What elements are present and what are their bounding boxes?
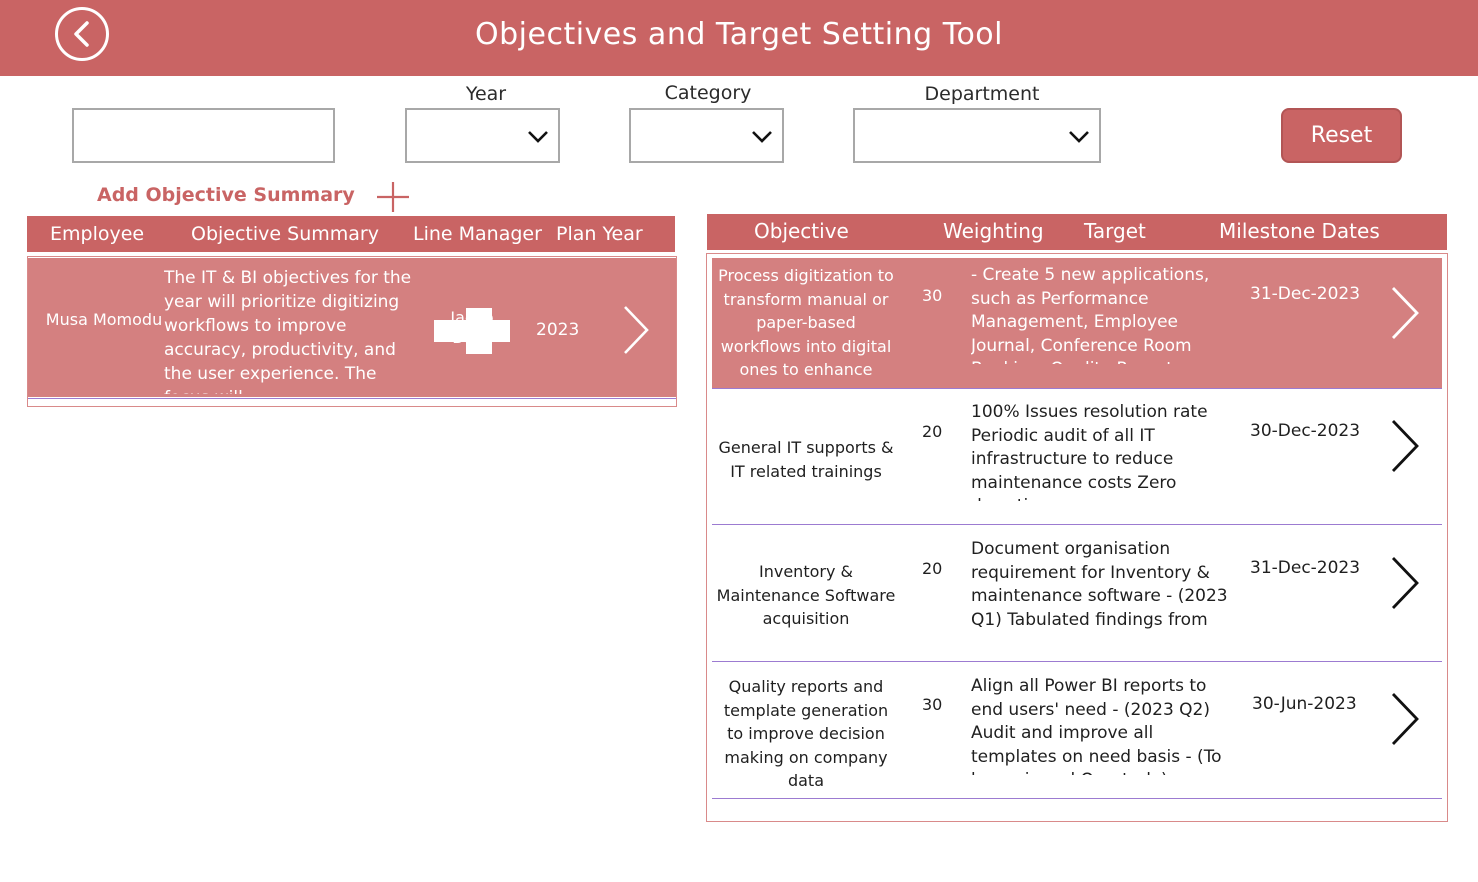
plan-year-value: 2023 (536, 320, 580, 340)
column-header-target: Target (1084, 219, 1146, 243)
chevron-down-icon (528, 131, 548, 143)
milestone-date: 31-Dec-2023 (1250, 558, 1361, 578)
objective-text: Quality reports and template generation … (723, 677, 889, 790)
column-header-milestone-dates: Milestone Dates (1219, 219, 1380, 243)
plus-icon[interactable] (376, 180, 410, 214)
year-dropdown[interactable] (405, 108, 560, 163)
chevron-down-icon (752, 131, 772, 143)
column-header-objective: Objective (754, 219, 849, 243)
milestone-date: 30-Dec-2023 (1250, 421, 1361, 441)
summary-table-header: Employee Objective Summary Line Manager … (27, 216, 675, 252)
row-separator (28, 398, 676, 399)
summary-row[interactable]: Musa Momodu The IT & BI objectives for t… (28, 258, 676, 399)
row-separator (712, 524, 1442, 525)
reset-button[interactable]: Reset (1281, 108, 1402, 163)
objective-row[interactable]: Inventory & Maintenance Software acquisi… (712, 526, 1442, 662)
objective-text: General IT supports & IT related trainin… (718, 438, 894, 481)
target-text: Document organisation requirement for In… (971, 539, 1228, 630)
weighting-value: 20 (922, 559, 943, 578)
column-header-employee: Employee (50, 223, 145, 245)
target-text: Align all Power BI reports to end users'… (971, 676, 1222, 775)
objective-summary-text: The IT & BI objectives for the year will… (164, 268, 412, 394)
milestone-date: 30-Jun-2023 (1252, 694, 1357, 714)
year-label: Year (465, 83, 507, 105)
weighting-value: 20 (922, 422, 943, 441)
category-dropdown[interactable] (629, 108, 784, 163)
employee-name: Musa Momodu (45, 310, 163, 329)
summary-gallery: Musa Momodu The IT & BI objectives for t… (27, 256, 677, 407)
redaction-mark (466, 308, 492, 354)
objective-row[interactable]: Quality reports and template generation … (712, 663, 1442, 799)
row-separator (712, 661, 1442, 662)
search-input[interactable] (72, 108, 335, 163)
objective-text: Process digitization to transform manual… (718, 266, 894, 379)
column-header-weighting: Weighting (943, 219, 1044, 243)
add-objective-summary-link[interactable]: Add Objective Summary (97, 184, 355, 206)
chevron-right-icon[interactable] (1388, 285, 1422, 341)
column-header-line-manager: Line Manager (413, 223, 542, 245)
weighting-value: 30 (922, 695, 943, 714)
chevron-right-icon[interactable] (620, 304, 652, 356)
target-text: 100% Issues resolution rate Periodic aud… (971, 402, 1208, 501)
row-separator (712, 798, 1442, 799)
department-label: Department (924, 83, 1040, 105)
objectives-table-header: Objective Weighting Target Milestone Dat… (707, 214, 1447, 250)
objective-row[interactable]: Process digitization to transform manual… (712, 258, 1442, 389)
department-dropdown[interactable] (853, 108, 1101, 163)
objective-row[interactable]: General IT supports & IT related trainin… (712, 389, 1442, 525)
line-manager-name: Jacob Bello (434, 308, 510, 354)
chevron-right-icon[interactable] (1388, 418, 1422, 474)
target-text: - Create 5 new applications, such as Per… (971, 265, 1210, 364)
title-bar: Objectives and Target Setting Tool (0, 0, 1478, 76)
chevron-right-icon[interactable] (1388, 691, 1422, 747)
chevron-down-icon (1069, 131, 1089, 143)
milestone-date: 31-Dec-2023 (1250, 284, 1361, 304)
column-header-objective-summary: Objective Summary (191, 223, 379, 245)
chevron-right-icon[interactable] (1388, 555, 1422, 611)
weighting-value: 30 (922, 286, 943, 305)
objective-text: Inventory & Maintenance Software acquisi… (716, 562, 896, 628)
objectives-gallery: Process digitization to transform manual… (706, 253, 1448, 822)
category-label: Category (664, 82, 752, 104)
page-title: Objectives and Target Setting Tool (475, 17, 1003, 52)
column-header-plan-year: Plan Year (556, 223, 643, 245)
